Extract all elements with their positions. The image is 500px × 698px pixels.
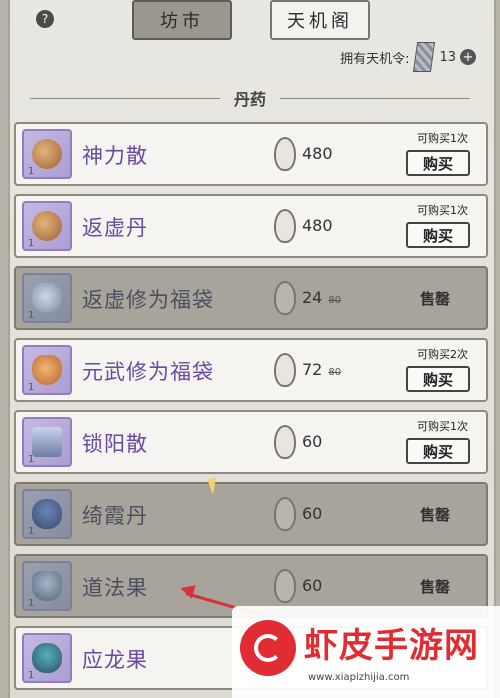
chest-icon — [32, 427, 62, 457]
item-quantity: 1 — [28, 238, 35, 249]
original-price: 80 — [328, 367, 342, 378]
current-price: 60 — [302, 576, 323, 595]
section-title: 丹药 — [16, 88, 484, 109]
purchase-limit: 可购买1次 — [417, 132, 468, 145]
item-quantity: 1 — [28, 670, 35, 681]
buy-button[interactable]: 购买 — [406, 366, 470, 392]
watermark-url: www.xiapizhijia.com — [308, 672, 410, 683]
item-name: 应龙果 — [82, 648, 148, 672]
purchase-limit: 可购买1次 — [417, 420, 468, 433]
item-row: 1 元武修为福袋 72 80 可购买2次购买 — [14, 338, 488, 402]
item-row: 1 神力散 480 可购买1次购买 — [14, 122, 488, 186]
token-icon — [413, 42, 436, 72]
item-price: 60 — [302, 576, 322, 595]
item-price: 24 80 — [302, 288, 341, 307]
item-name: 绮霞丹 — [82, 504, 148, 528]
item-icon-frame: 1 — [22, 561, 72, 611]
lotus-icon — [32, 499, 62, 529]
buy-button[interactable]: 购买 — [406, 222, 470, 248]
purchase-limit: 可购买1次 — [417, 204, 468, 217]
purchase-limit: 可购买2次 — [417, 348, 468, 361]
item-quantity: 1 — [28, 166, 35, 177]
add-token-button[interactable]: + — [460, 49, 476, 65]
current-price: 72 — [302, 360, 323, 379]
item-icon-frame: 1 — [22, 273, 72, 323]
item-icon-frame: 1 — [22, 345, 72, 395]
snail-icon — [32, 139, 62, 169]
jade-currency-icon — [274, 425, 296, 459]
tab-tianji-pavilion[interactable]: 天机阁 — [270, 0, 370, 40]
jade-currency-icon — [274, 353, 296, 387]
buy-button[interactable]: 购买 — [406, 438, 470, 464]
current-price: 60 — [302, 504, 323, 523]
jade-currency-icon — [274, 209, 296, 243]
jade-currency-icon — [274, 569, 296, 603]
item-quantity: 1 — [28, 526, 35, 537]
section-title-text: 丹药 — [234, 90, 267, 109]
token-balance: 拥有天机令: 13 + — [340, 42, 476, 72]
watermark-title: 虾皮手游网 — [304, 626, 479, 666]
watermark-logo-icon — [240, 620, 296, 676]
buy-button[interactable]: 购买 — [406, 150, 470, 176]
current-price: 60 — [302, 432, 323, 451]
item-icon-frame: 1 — [22, 489, 72, 539]
jade-currency-icon — [274, 497, 296, 531]
item-name: 道法果 — [82, 576, 148, 600]
current-price: 24 — [302, 288, 323, 307]
sold-out-label: 售罄 — [419, 290, 450, 308]
item-name: 返虚修为福袋 — [82, 288, 214, 312]
jade-currency-icon — [274, 281, 296, 315]
item-price: 72 80 — [302, 360, 341, 379]
item-icon-frame: 1 — [22, 417, 72, 467]
item-quantity: 1 — [28, 382, 35, 393]
token-label: 拥有天机令: — [340, 51, 410, 67]
bag-icon — [32, 355, 62, 385]
current-price: 480 — [302, 216, 333, 235]
bag-icon — [32, 283, 62, 313]
item-price: 60 — [302, 432, 322, 451]
item-name: 锁阳散 — [82, 432, 148, 456]
item-price: 60 — [302, 504, 322, 523]
item-row: 1 锁阳散 60 可购买1次购买 — [14, 410, 488, 474]
item-name: 返虚丹 — [82, 216, 148, 240]
help-button[interactable]: ? — [36, 10, 54, 28]
item-quantity: 1 — [28, 598, 35, 609]
dragon-icon — [32, 643, 62, 673]
item-row: 1 绮霞丹 60 售罄 — [14, 482, 488, 546]
current-price: 480 — [302, 144, 333, 163]
token-count: 13 — [439, 49, 456, 65]
item-quantity: 1 — [28, 454, 35, 465]
original-price: 80 — [328, 295, 342, 306]
sold-out-label: 售罄 — [419, 506, 450, 524]
tab-market[interactable]: 坊市 — [132, 0, 232, 40]
fruit-icon — [32, 571, 62, 601]
item-quantity: 1 — [28, 310, 35, 321]
item-price: 480 — [302, 216, 333, 235]
item-name: 神力散 — [82, 144, 148, 168]
item-price: 480 — [302, 144, 333, 163]
snail-icon — [32, 211, 62, 241]
item-icon-frame: 1 — [22, 633, 72, 683]
item-icon-frame: 1 — [22, 201, 72, 251]
item-name: 元武修为福袋 — [82, 360, 214, 384]
item-icon-frame: 1 — [22, 129, 72, 179]
watermark: 虾皮手游网 www.xiapizhijia.com — [232, 606, 500, 698]
sold-out-label: 售罄 — [419, 578, 450, 596]
item-row: 1 返虚修为福袋 24 80 售罄 — [14, 266, 488, 330]
jade-currency-icon — [274, 137, 296, 171]
item-row: 1 返虚丹 480 可购买1次购买 — [14, 194, 488, 258]
